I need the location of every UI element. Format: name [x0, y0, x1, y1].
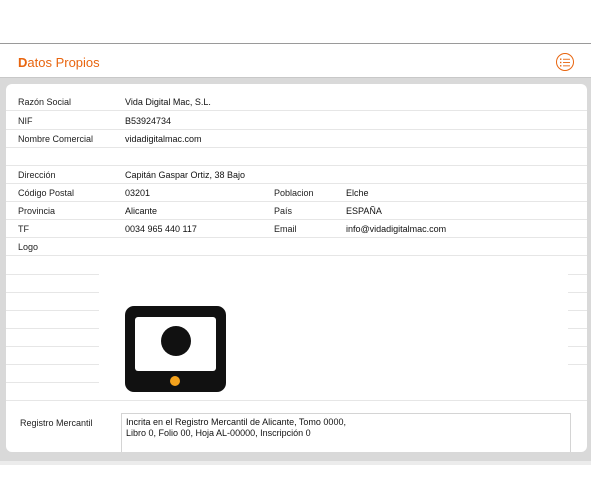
- provincia-field[interactable]: Alicante: [125, 206, 157, 216]
- tf-label: TF: [18, 224, 29, 234]
- divider-left: [6, 382, 99, 383]
- pais-label: País: [274, 206, 293, 216]
- row-razon-social: Razón Social Vida Digital Mac, S.L.: [6, 92, 587, 111]
- divider-right: [568, 328, 587, 329]
- divider-right: [568, 346, 587, 347]
- page-title-rest: atos Propios: [27, 55, 100, 70]
- pais-field[interactable]: ESPAÑA: [346, 206, 382, 216]
- row-provincia: Provincia Alicante País ESPAÑA: [6, 201, 587, 220]
- registro-mercantil-textarea[interactable]: Incrita en el Registro Mercantil de Alic…: [121, 413, 571, 452]
- header-bar: Datos Propios: [0, 44, 591, 78]
- email-field[interactable]: info@vidadigitalmac.com: [346, 224, 446, 234]
- row-logo: Logo: [6, 237, 587, 256]
- bottom-edge: [0, 461, 591, 465]
- row-direccion: Dirección Capitán Gaspar Ortiz, 38 Bajo: [6, 165, 587, 184]
- logo-label: Logo: [18, 242, 39, 252]
- divider-left: [6, 328, 99, 329]
- row-nombre-comercial: Nombre Comercial vidadigitalmac.com: [6, 129, 587, 148]
- menu-button[interactable]: [556, 53, 574, 71]
- email-label: Email: [274, 224, 297, 234]
- company-data-form: Razón Social Vida Digital Mac, S.L. NIF …: [6, 84, 587, 452]
- row-codigo-postal: Código Postal 03201 Poblacion Elche: [6, 183, 587, 202]
- direccion-label: Dirección: [18, 170, 56, 180]
- razon-social-label: Razón Social: [18, 97, 72, 107]
- logo-screen: [135, 317, 216, 371]
- poblacion-field[interactable]: Elche: [346, 188, 369, 198]
- logo-dot: [170, 376, 180, 386]
- divider-left: [6, 310, 99, 311]
- divider-right: [568, 274, 587, 275]
- page-title: Datos Propios: [18, 55, 100, 70]
- divider-left: [6, 274, 99, 275]
- provincia-label: Provincia: [18, 206, 56, 216]
- nombre-comercial-field[interactable]: vidadigitalmac.com: [125, 134, 202, 144]
- row-spacer: [6, 147, 587, 166]
- divider-left: [6, 364, 99, 365]
- list-icon: [560, 58, 570, 67]
- divider-left: [6, 346, 99, 347]
- nif-field[interactable]: B53924734: [125, 116, 171, 126]
- nif-label: NIF: [18, 116, 33, 126]
- page-title-initial: D: [18, 55, 28, 70]
- logo-lens: [161, 326, 191, 356]
- divider-right: [568, 364, 587, 365]
- company-logo-image[interactable]: [125, 306, 226, 392]
- app-window: Datos Propios Razón Social Vida Digital …: [0, 43, 591, 462]
- registro-mercantil-label: Registro Mercantil: [20, 418, 93, 428]
- direccion-field[interactable]: Capitán Gaspar Ortiz, 38 Bajo: [125, 170, 245, 180]
- divider-right: [568, 292, 587, 293]
- divider-right: [568, 310, 587, 311]
- divider-left: [6, 292, 99, 293]
- divider-full: [6, 400, 587, 401]
- razon-social-field[interactable]: Vida Digital Mac, S.L.: [125, 97, 211, 107]
- tf-field[interactable]: 0034 965 440 117: [125, 224, 197, 234]
- row-nif: NIF B53924734: [6, 111, 587, 130]
- nombre-comercial-label: Nombre Comercial: [18, 134, 94, 144]
- codigo-postal-label: Código Postal: [18, 188, 75, 198]
- row-tf: TF 0034 965 440 117 Email info@vidadigit…: [6, 219, 587, 238]
- codigo-postal-field[interactable]: 03201: [125, 188, 150, 198]
- poblacion-label: Poblacion: [274, 188, 314, 198]
